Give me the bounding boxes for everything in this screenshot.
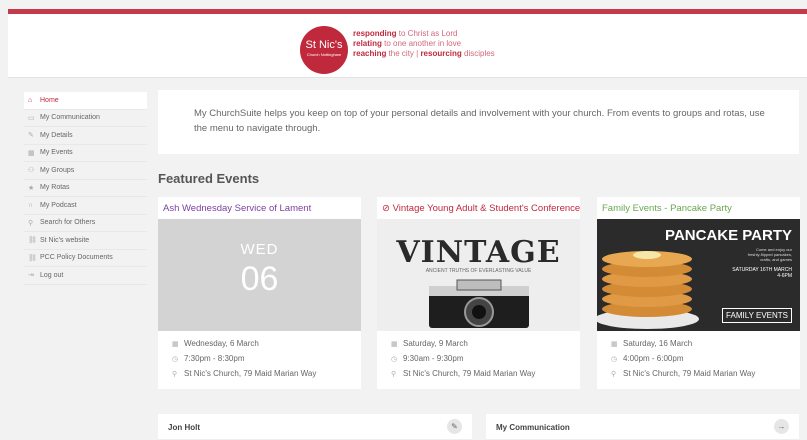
featured-events-heading: Featured Events bbox=[158, 171, 260, 186]
event-image-heading: VINTAGE bbox=[396, 235, 561, 270]
sidebar-item-label: My Details bbox=[40, 131, 73, 139]
event-image-heading: PANCAKE PARTY bbox=[665, 227, 792, 244]
event-meta: ▦ Saturday, 9 March ◷ 9:30am - 9:30pm ⚲ St … bbox=[391, 337, 535, 382]
sidebar-item-my-groups[interactable]: ⚇ My Groups bbox=[24, 162, 147, 180]
event-card-ash-wednesday[interactable]: Ash Wednesday Service of Lament WED 06 ▦… bbox=[158, 197, 361, 389]
event-time: 7:30pm - 8:30pm bbox=[184, 354, 245, 363]
calendar-icon: ▦ bbox=[28, 149, 35, 157]
star-icon: ★ bbox=[28, 184, 35, 192]
sidebar-item-search-for-others[interactable]: ⚲ Search for Others bbox=[24, 214, 147, 232]
event-title-row[interactable]: ⊘ Vintage Young Adult & Student's Confer… bbox=[377, 197, 580, 219]
sidebar-item-label: St Nic's website bbox=[40, 236, 90, 244]
sidebar-item-label: My Podcast bbox=[40, 201, 77, 209]
event-time: 4:00pm - 6:00pm bbox=[623, 354, 684, 363]
sidebar-item-my-communication[interactable]: ▭ My Communication bbox=[24, 109, 147, 127]
sidebar-item-label: My Rotas bbox=[40, 184, 70, 192]
communication-panel: My Communication → bbox=[486, 414, 799, 440]
tagline-strong: resourcing bbox=[420, 49, 462, 58]
event-date: Wednesday, 6 March bbox=[184, 339, 259, 348]
clock-icon: ◷ bbox=[391, 356, 398, 363]
intro-text: My ChurchSuite helps you keep on top of … bbox=[194, 108, 765, 134]
event-date: Saturday, 16 March bbox=[623, 339, 693, 348]
clock-icon: ◷ bbox=[611, 356, 618, 363]
event-image-date: 06 bbox=[240, 260, 279, 298]
clock-icon: ◷ bbox=[172, 356, 179, 363]
message-icon: ▭ bbox=[28, 114, 35, 122]
sidebar-item-label: Log out bbox=[40, 271, 64, 279]
sidebar-nav: ⌂ Home ▭ My Communication ✎ My Details ▦ My … bbox=[24, 92, 147, 285]
sidebar-item-label: My Events bbox=[40, 149, 73, 157]
sidebar-item-label: My Communication bbox=[40, 114, 100, 122]
event-time: 9:30am - 9:30pm bbox=[403, 354, 464, 363]
family-events-badge: FAMILY EVENTS bbox=[722, 308, 792, 323]
sidebar-item-pcc-policy[interactable]: ⛓ PCC Policy Documents bbox=[24, 249, 147, 267]
tagline-strong: relating bbox=[353, 39, 382, 48]
sidebar-item-log-out[interactable]: ⇥ Log out bbox=[24, 267, 147, 285]
event-title: Vintage Young Adult & Student's Conferen… bbox=[392, 203, 580, 214]
link-icon: ⛓ bbox=[28, 237, 37, 245]
sidebar-item-website[interactable]: ⛓ St Nic's website bbox=[24, 232, 147, 250]
calendar-icon: ▦ bbox=[611, 341, 618, 348]
logout-icon: ⇥ bbox=[28, 272, 34, 280]
sidebar-item-label: My Groups bbox=[40, 166, 75, 174]
tagline-text: the city | bbox=[386, 49, 421, 58]
link-icon: ⛓ bbox=[28, 254, 37, 262]
event-image-date: SATURDAY 16TH MARCH 4-6PM bbox=[732, 267, 792, 279]
tagline-strong: responding bbox=[353, 29, 397, 38]
group-icon: ⚇ bbox=[28, 167, 35, 175]
intro-panel: My ChurchSuite helps you keep on top of … bbox=[158, 90, 799, 154]
home-icon: ⌂ bbox=[28, 96, 33, 104]
profile-name: Jon Holt bbox=[168, 423, 200, 432]
logo-text: St Nic's bbox=[305, 39, 343, 51]
headphones-icon: ∩ bbox=[28, 201, 34, 209]
location-icon: ⚲ bbox=[611, 371, 617, 378]
event-image[interactable]: PANCAKE PARTY Come and enjoy our freshly… bbox=[597, 219, 800, 331]
tagline-text: disciples bbox=[461, 49, 495, 58]
search-user-icon: ⚲ bbox=[28, 219, 34, 227]
sidebar-item-home[interactable]: ⌂ Home bbox=[24, 92, 147, 110]
sidebar-item-label: PCC Policy Documents bbox=[40, 254, 113, 262]
sidebar-item-my-rotas[interactable]: ★ My Rotas bbox=[24, 179, 147, 197]
sidebar-item-my-podcast[interactable]: ∩ My Podcast bbox=[24, 197, 147, 215]
event-image[interactable]: VINTAGE ANCIENT TRUTHS OF EVERLASTING VA… bbox=[377, 219, 580, 331]
sidebar-item-my-events[interactable]: ▦ My Events bbox=[24, 144, 147, 162]
calendar-icon: ▦ bbox=[172, 341, 179, 348]
communication-panel-title: My Communication bbox=[496, 423, 570, 432]
sidebar-item-label: Search for Others bbox=[40, 219, 96, 227]
event-image-day: WED bbox=[240, 241, 279, 258]
event-image[interactable]: WED 06 bbox=[158, 219, 361, 331]
event-title[interactable]: Family Events - Pancake Party bbox=[597, 197, 800, 219]
location-icon: ⚲ bbox=[172, 371, 178, 378]
event-meta: ▦ Wednesday, 6 March ◷ 7:30pm - 8:30pm ⚲ St… bbox=[172, 337, 316, 382]
pencil-icon: ✎ bbox=[28, 132, 34, 140]
calendar-icon: ▦ bbox=[391, 341, 398, 348]
event-location: St Nic's Church, 79 Maid Marian Way bbox=[623, 369, 756, 378]
sidebar-item-label: Home bbox=[40, 96, 59, 104]
event-location: St Nic's Church, 79 Maid Marian Way bbox=[184, 369, 317, 378]
tagline: responding to Christ as Lord relating to… bbox=[353, 29, 495, 59]
event-title[interactable]: Ash Wednesday Service of Lament bbox=[158, 197, 361, 219]
profile-panel: Jon Holt ✎ bbox=[158, 414, 472, 440]
edit-pencil-icon[interactable]: ✎ bbox=[447, 419, 462, 434]
check-circle-icon: ⊘ bbox=[382, 203, 393, 214]
logo-subtext: Church Nottingham bbox=[306, 52, 342, 57]
event-location: St Nic's Church, 79 Maid Marian Way bbox=[403, 369, 536, 378]
event-card-pancake-party[interactable]: Family Events - Pancake Party PANCAKE PA… bbox=[597, 197, 800, 389]
camera-icon bbox=[428, 279, 529, 328]
event-meta: ▦ Saturday, 16 March ◷ 4:00pm - 6:00pm ⚲ St… bbox=[611, 337, 755, 382]
event-image-subheading: Come and enjoy our freshly-flipped panca… bbox=[747, 247, 792, 262]
tagline-text: to one another in love bbox=[381, 39, 462, 48]
tagline-strong: reaching bbox=[353, 49, 387, 58]
church-logo[interactable]: St Nic's Church Nottingham bbox=[300, 26, 348, 74]
location-icon: ⚲ bbox=[391, 371, 397, 378]
sidebar-item-my-details[interactable]: ✎ My Details bbox=[24, 127, 147, 145]
event-image-time-text: 4-6PM bbox=[777, 273, 792, 279]
tagline-text: to Christ as Lord bbox=[396, 29, 458, 38]
site-header: St Nic's Church Nottingham responding to… bbox=[8, 14, 807, 78]
event-card-vintage[interactable]: ⊘ Vintage Young Adult & Student's Confer… bbox=[377, 197, 580, 389]
event-date: Saturday, 9 March bbox=[403, 339, 468, 348]
arrow-right-icon[interactable]: → bbox=[774, 419, 789, 434]
